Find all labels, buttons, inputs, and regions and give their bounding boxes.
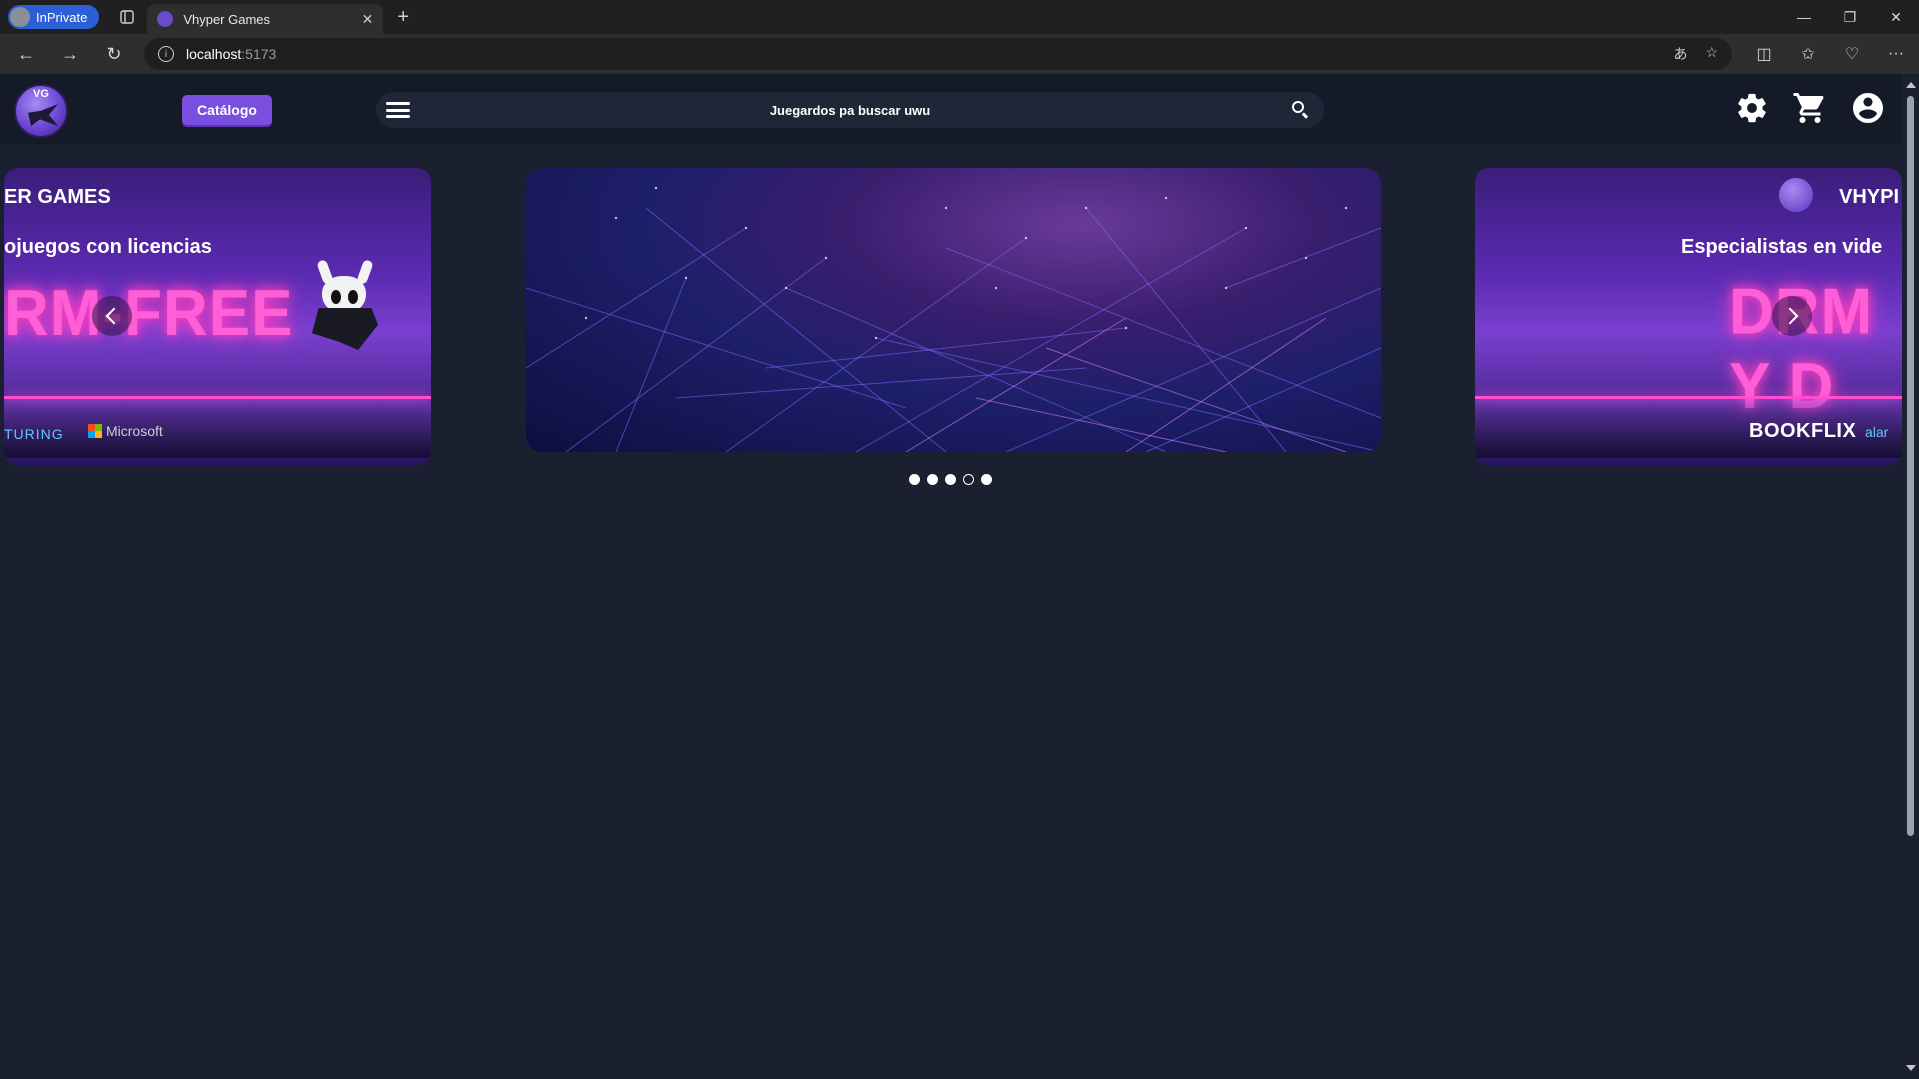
browser-essentials-icon[interactable]: ♡ xyxy=(1830,38,1874,70)
more-menu-icon[interactable]: ··· xyxy=(1874,38,1918,70)
carousel-dot[interactable] xyxy=(945,474,956,485)
tab-title: Vhyper Games xyxy=(183,11,271,27)
slide-brand-turing: TURING xyxy=(4,426,64,442)
favorite-star-icon[interactable]: ☆ xyxy=(1705,44,1718,64)
forward-icon[interactable]: → xyxy=(52,38,88,70)
scrollbar-thumb[interactable] xyxy=(1907,96,1914,836)
chevron-right-icon xyxy=(1781,307,1799,325)
cart-icon[interactable] xyxy=(1792,90,1828,126)
settings-icon[interactable] xyxy=(1734,90,1770,126)
site-navbar: VG Catálogo Juegardos pa buscar uwu xyxy=(0,74,1902,144)
close-window-icon[interactable]: ✕ xyxy=(1873,0,1919,34)
slide-heading: ER GAMES xyxy=(4,186,111,208)
restore-icon[interactable]: ❐ xyxy=(1827,0,1873,34)
slide-subtitle: ojuegos con licencias xyxy=(4,236,212,258)
catalog-button[interactable]: Catálogo xyxy=(182,95,272,125)
carousel-dots xyxy=(909,474,992,485)
search-input[interactable]: Juegardos pa buscar uwu xyxy=(376,92,1324,128)
browser-address-bar: ← → ↻ i localhost:5173 あ ☆ ◫ ✩ ♡ ··· xyxy=(0,34,1919,74)
url-host: localhost xyxy=(186,46,242,62)
inprivate-badge[interactable]: InPrivate xyxy=(8,5,100,29)
microsoft-logo-icon xyxy=(88,424,102,438)
search-bar[interactable]: Juegardos pa buscar uwu xyxy=(376,92,1324,128)
hollow-knight-image xyxy=(304,259,388,360)
site-info-icon[interactable]: i xyxy=(158,46,174,62)
page-scrollbar[interactable] xyxy=(1902,74,1919,1079)
menu-icon[interactable] xyxy=(386,102,410,118)
carousel-dot[interactable] xyxy=(909,474,920,485)
carousel-slide-current[interactable] xyxy=(526,168,1381,452)
back-icon[interactable]: ← xyxy=(8,38,44,70)
slide-subtitle: Especialistas en vide xyxy=(1681,236,1883,258)
browser-tab[interactable]: Vhyper Games ✕ xyxy=(147,4,384,34)
minimize-icon[interactable]: — xyxy=(1781,0,1827,34)
carousel-next-button[interactable] xyxy=(1772,296,1812,336)
slide-heading: VHYPI xyxy=(1839,186,1900,208)
slide-brand-alar: alar xyxy=(1865,424,1889,440)
refresh-icon[interactable]: ↻ xyxy=(96,38,132,70)
new-tab-icon[interactable]: + xyxy=(397,6,409,29)
slide-brand-bookflix: BOOKFLIX xyxy=(1749,420,1857,442)
network-lines-image xyxy=(526,186,1381,452)
site-logo[interactable]: VG xyxy=(14,84,68,138)
browser-tab-bar: InPrivate Vhyper Games ✕ + — ❐ ✕ xyxy=(0,0,1919,34)
tab-actions-icon[interactable] xyxy=(113,3,141,31)
tab-favicon xyxy=(157,11,174,27)
carousel-dot[interactable] xyxy=(963,474,974,485)
carousel-prev-button[interactable] xyxy=(92,296,132,336)
carousel-slide-next[interactable]: VHYPI Especialistas en vide DRM Y D BOOK… xyxy=(1475,168,1902,465)
carousel-dot[interactable] xyxy=(981,474,992,485)
search-icon[interactable] xyxy=(1292,101,1310,119)
slide-big-text: RM-FREE xyxy=(4,277,294,350)
favorites-icon[interactable]: ✩ xyxy=(1786,38,1830,70)
slide-brand-microsoft: Microsoft xyxy=(106,423,163,439)
profile-avatar xyxy=(10,7,30,27)
inprivate-label: InPrivate xyxy=(36,9,88,25)
chevron-left-icon xyxy=(105,307,123,325)
url-port: :5173 xyxy=(241,46,277,62)
tab-close-icon[interactable]: ✕ xyxy=(362,11,374,28)
carousel-slide-previous[interactable]: ER GAMES ojuegos con licencias RM-FREE T… xyxy=(4,168,431,465)
scroll-up-icon[interactable] xyxy=(1906,82,1916,88)
web-page: VG Catálogo Juegardos pa buscar uwu ER G… xyxy=(0,74,1902,1079)
window-controls: — ❐ ✕ xyxy=(1781,0,1919,34)
logo-text: VG xyxy=(33,88,49,100)
logo-bird-icon xyxy=(28,104,58,126)
slide-logo-icon xyxy=(1779,178,1813,212)
account-icon[interactable] xyxy=(1850,90,1886,126)
read-aloud-icon[interactable]: あ xyxy=(1673,44,1687,64)
scroll-down-icon[interactable] xyxy=(1906,1065,1916,1071)
split-screen-icon[interactable]: ◫ xyxy=(1742,38,1786,70)
carousel-dot[interactable] xyxy=(927,474,938,485)
url-field[interactable]: i localhost:5173 あ ☆ xyxy=(144,38,1732,70)
